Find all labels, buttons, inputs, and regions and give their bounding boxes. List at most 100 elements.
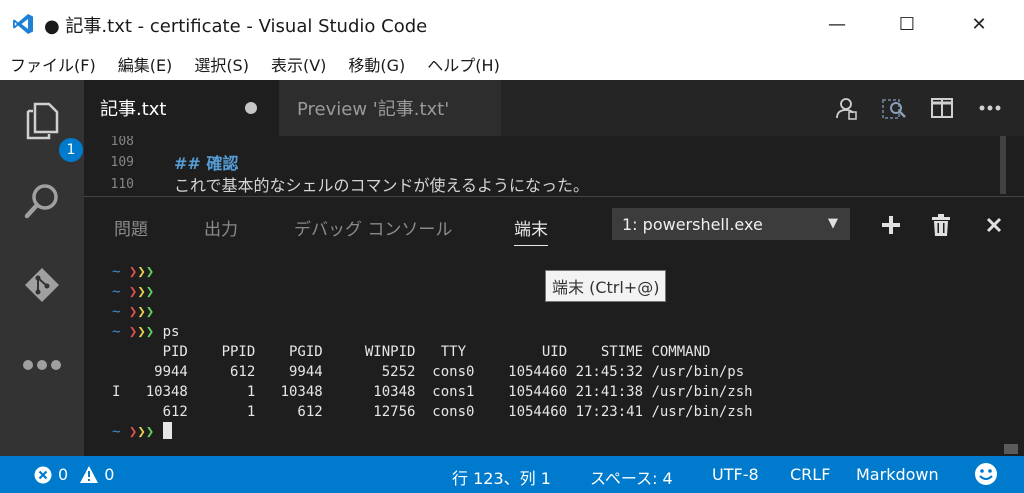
editor-tab-bar: 記事.txt Preview '記事.txt' <box>84 80 1024 136</box>
indentation-status[interactable]: スペース: 4 <box>590 465 673 489</box>
terminal-line: ~ ❯❯❯ <box>112 302 992 322</box>
menu-view[interactable]: 表示(V) <box>271 52 326 76</box>
prompt-arrow-icon: ❯ <box>145 304 155 320</box>
prompt-arrow-icon: ❯ <box>137 424 146 440</box>
prompt-arrow-icon: ❯ <box>137 304 146 320</box>
tab-kiji-txt[interactable]: 記事.txt <box>84 80 279 136</box>
close-panel-button[interactable] <box>979 211 1009 239</box>
tab-debug-console[interactable]: デバッグ コンソール <box>294 215 452 240</box>
prompt-arrow-icon: ❯ <box>137 324 146 340</box>
terminal-command: ps <box>162 324 180 340</box>
tab-output[interactable]: 出力 <box>204 215 238 240</box>
eol-status[interactable]: CRLF <box>790 465 830 484</box>
editor-line: 108 <box>84 136 174 152</box>
terminal-tooltip: 端末 (Ctrl+@) <box>545 270 667 302</box>
ps-row: I 10348 1 10348 10348 cons1 1054460 21:4… <box>112 384 753 400</box>
editor-line: 110 これで基本的なシェルのコマンドが使えるようになった。 <box>84 173 590 194</box>
trash-icon <box>932 214 950 236</box>
editor-line: 109 ## 確認 <box>84 151 239 173</box>
line-text: これで基本的なシェルのコマンドが使えるようになった。 <box>174 176 590 194</box>
editor-actions <box>822 80 1014 136</box>
prompt-arrow-icon: ❯ <box>145 264 155 280</box>
terminal-select[interactable]: 1: powershell.exe ▼ <box>612 208 850 240</box>
split-editor-icon <box>931 98 953 118</box>
open-preview-button[interactable] <box>822 88 870 128</box>
menu-edit[interactable]: 編集(E) <box>118 52 173 76</box>
prompt-tilde: ~ <box>112 424 121 440</box>
terminal-select-value: 1: powershell.exe <box>622 214 763 234</box>
menu-help[interactable]: ヘルプ(H) <box>427 52 500 76</box>
chevron-down-icon: ▼ <box>828 216 838 231</box>
tab-problems[interactable]: 問題 <box>114 215 148 240</box>
menu-file[interactable]: ファイル(F) <box>10 52 96 76</box>
ps-row: 9944 612 9944 5252 cons0 1054460 21:45:3… <box>112 364 745 380</box>
warning-count: 0 <box>104 465 115 484</box>
ps-header: PID PPID PGID WINPID TTY UID STIME COMMA… <box>112 344 711 360</box>
prompt-arrow-icon: ❯ <box>137 284 146 300</box>
files-icon <box>26 102 59 140</box>
maximize-button[interactable]: ☐ <box>884 0 930 48</box>
vscode-logo-icon <box>13 14 33 34</box>
problems-status[interactable]: 0 0 <box>34 465 114 484</box>
minimize-button[interactable]: — <box>814 0 860 48</box>
prompt-arrow-icon: ❯ <box>145 284 155 300</box>
tab-label: 記事.txt <box>100 99 167 120</box>
warning-icon <box>80 466 99 483</box>
error-icon <box>34 466 52 483</box>
panel-tab-bar: 問題 出力 デバッグ コンソール 端末 1: powershell.exe ▼ <box>84 197 1024 253</box>
window-title: ● 記事.txt - certificate - Visual Studio C… <box>44 16 428 37</box>
explorer-badge: 1 <box>57 136 85 164</box>
editor-scrollbar[interactable] <box>1000 136 1006 194</box>
menu-selection[interactable]: 選択(S) <box>194 52 249 76</box>
explorer-button[interactable]: 1 <box>17 96 85 164</box>
prompt-tilde: ~ <box>112 324 121 340</box>
more-actions-button[interactable] <box>17 340 67 390</box>
maximize-icon: ☐ <box>898 13 916 35</box>
ps-row: 612 1 612 12756 cons0 1054460 17:23:41 /… <box>112 404 753 420</box>
error-count: 0 <box>58 465 69 484</box>
line-number: 109 <box>110 154 134 170</box>
more-icon <box>23 360 61 370</box>
preview-to-side-button[interactable] <box>870 88 918 128</box>
close-icon <box>986 217 1002 233</box>
close-window-button[interactable]: ✕ <box>956 0 1002 48</box>
feedback-button[interactable] <box>974 462 998 486</box>
git-icon <box>25 268 59 302</box>
kill-terminal-button[interactable] <box>926 211 956 239</box>
editor-content[interactable]: 108 109 ## 確認 110 これで基本的なシェルのコマンドが使えるように… <box>84 136 1024 194</box>
status-bar: 0 0 行 123、列 1 スペース: 4 UTF-8 CRLF Markdow… <box>0 456 1024 493</box>
plus-icon <box>882 216 900 234</box>
prompt-arrow-icon: ❯ <box>145 324 155 340</box>
prompt-tilde: ~ <box>112 284 121 300</box>
close-icon: ✕ <box>971 13 987 35</box>
title-bar: ● 記事.txt - certificate - Visual Studio C… <box>0 0 1024 48</box>
menu-go[interactable]: 移動(G) <box>348 52 405 76</box>
encoding-status[interactable]: UTF-8 <box>712 465 759 484</box>
line-number: 108 <box>110 136 134 149</box>
minimize-icon: — <box>828 13 846 35</box>
activity-bar: 1 <box>0 80 85 456</box>
cursor-position[interactable]: 行 123、列 1 <box>452 465 551 489</box>
tab-preview[interactable]: Preview '記事.txt' <box>279 80 501 136</box>
ellipsis-icon <box>979 105 1001 111</box>
more-editor-actions-button[interactable] <box>966 88 1014 128</box>
prompt-arrow-icon: ❯ <box>137 264 146 280</box>
source-control-button[interactable] <box>17 260 67 310</box>
terminal-cursor <box>162 422 172 439</box>
language-mode[interactable]: Markdown <box>856 465 939 484</box>
menu-bar: ファイル(F) 編集(E) 選択(S) 表示(V) 移動(G) ヘルプ(H) <box>0 48 1024 80</box>
prompt-arrow-icon: ❯ <box>145 424 155 440</box>
prompt-tilde: ~ <box>112 264 121 280</box>
line-number: 110 <box>110 176 134 192</box>
tab-label: Preview '記事.txt' <box>297 99 450 120</box>
prompt-tilde: ~ <box>112 304 121 320</box>
new-terminal-button[interactable] <box>876 211 906 239</box>
split-editor-button[interactable] <box>918 88 966 128</box>
smiley-icon <box>975 463 997 485</box>
tab-terminal[interactable]: 端末 <box>514 215 548 246</box>
search-button[interactable] <box>17 176 67 226</box>
preview-side-icon <box>882 99 906 119</box>
terminal-scrollbar[interactable] <box>1004 444 1018 454</box>
unsaved-dot-icon[interactable] <box>245 102 257 114</box>
preview-icon <box>836 98 857 120</box>
